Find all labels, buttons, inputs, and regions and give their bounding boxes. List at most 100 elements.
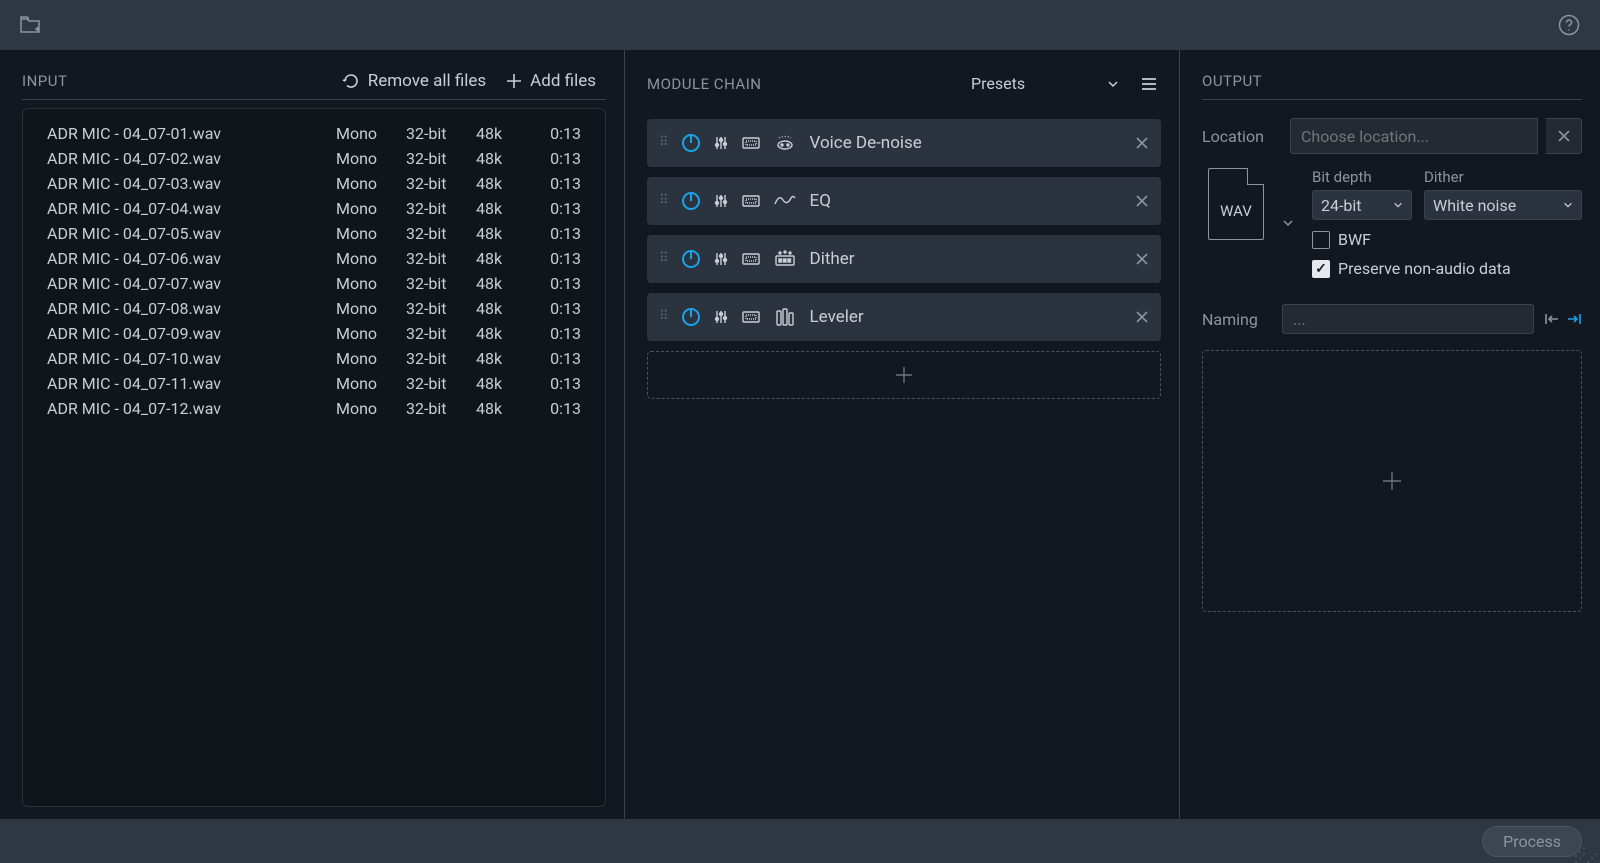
- file-row[interactable]: ADR MIC - 04_07-01.wavMono32-bit48k0:13: [23, 121, 605, 146]
- format-dropdown-button[interactable]: [1278, 213, 1298, 233]
- remove-all-label: Remove all files: [368, 71, 486, 91]
- location-clear-button[interactable]: [1546, 118, 1582, 154]
- file-row[interactable]: ADR MIC - 04_07-09.wavMono32-bit48k0:13: [23, 321, 605, 346]
- location-input[interactable]: [1290, 118, 1538, 154]
- file-duration: 0:13: [531, 299, 581, 318]
- file-duration: 0:13: [531, 199, 581, 218]
- module-settings-button[interactable]: [712, 309, 730, 325]
- module-view-button[interactable]: [742, 136, 760, 150]
- power-toggle[interactable]: [682, 308, 700, 326]
- module-view-button[interactable]: [742, 252, 760, 266]
- module-remove-button[interactable]: [1135, 136, 1149, 150]
- cursor-end-icon: [1566, 312, 1582, 326]
- module-settings-button[interactable]: [712, 251, 730, 267]
- chain-header: MODULE CHAIN Presets: [647, 72, 1161, 95]
- file-name: ADR MIC - 04_07-04.wav: [47, 199, 336, 218]
- help-icon: [1558, 14, 1580, 36]
- file-row[interactable]: ADR MIC - 04_07-04.wavMono32-bit48k0:13: [23, 196, 605, 221]
- remove-all-files-button[interactable]: Remove all files: [332, 67, 496, 95]
- output-title: OUTPUT: [1202, 72, 1582, 90]
- naming-input[interactable]: [1282, 304, 1534, 334]
- module-eq[interactable]: ⠿EQ: [647, 177, 1161, 225]
- add-files-button[interactable]: Add files: [496, 67, 606, 95]
- bwf-label: BWF: [1338, 230, 1371, 249]
- file-samplerate: 48k: [476, 249, 531, 268]
- format-row: WAV Bit depth 24-bit Dither: [1202, 168, 1582, 278]
- power-toggle[interactable]: [682, 134, 700, 152]
- module-remove-button[interactable]: [1135, 310, 1149, 324]
- power-toggle[interactable]: [682, 192, 700, 210]
- chain-menu-button[interactable]: [1137, 73, 1161, 95]
- location-row: Location: [1202, 118, 1582, 154]
- module-chain-panel: MODULE CHAIN Presets ⠿Voice De-noise⠿EQ⠿…: [624, 50, 1180, 819]
- file-name: ADR MIC - 04_07-09.wav: [47, 324, 336, 343]
- drag-handle-icon[interactable]: ⠿: [659, 139, 670, 147]
- module-view-button[interactable]: [742, 194, 760, 208]
- file-list[interactable]: ADR MIC - 04_07-01.wavMono32-bit48k0:13A…: [22, 108, 606, 807]
- add-module-slot[interactable]: [647, 351, 1161, 399]
- drag-handle-icon[interactable]: ⠿: [659, 313, 670, 321]
- format-file-icon: WAV: [1208, 168, 1264, 240]
- file-samplerate: 48k: [476, 174, 531, 193]
- file-channels: Mono: [336, 349, 406, 368]
- module-remove-button[interactable]: [1135, 194, 1149, 208]
- naming-suffix-button[interactable]: [1566, 312, 1582, 326]
- file-row[interactable]: ADR MIC - 04_07-08.wavMono32-bit48k0:13: [23, 296, 605, 321]
- main: INPUT Remove all files Add files ADR MIC…: [0, 50, 1600, 819]
- preserve-checkbox[interactable]: Preserve non-audio data: [1312, 259, 1582, 278]
- bit-depth-select[interactable]: 24-bit: [1312, 190, 1412, 220]
- refresh-icon: [342, 72, 360, 90]
- file-duration: 0:13: [531, 274, 581, 293]
- power-toggle[interactable]: [682, 250, 700, 268]
- file-samplerate: 48k: [476, 324, 531, 343]
- chevron-down-icon: [1282, 217, 1294, 229]
- chain-list: ⠿Voice De-noise⠿EQ⠿Dither⠿Leveler: [647, 119, 1161, 399]
- file-row[interactable]: ADR MIC - 04_07-10.wavMono32-bit48k0:13: [23, 346, 605, 371]
- file-row[interactable]: ADR MIC - 04_07-11.wavMono32-bit48k0:13: [23, 371, 605, 396]
- bit-depth-label: Bit depth: [1312, 168, 1412, 186]
- help-button[interactable]: [1554, 10, 1584, 40]
- module-voice-de-noise[interactable]: ⠿Voice De-noise: [647, 119, 1161, 167]
- file-row[interactable]: ADR MIC - 04_07-06.wavMono32-bit48k0:13: [23, 246, 605, 271]
- drag-handle-icon[interactable]: ⠿: [659, 197, 670, 205]
- file-row[interactable]: ADR MIC - 04_07-12.wavMono32-bit48k0:13: [23, 396, 605, 421]
- app-menu-button[interactable]: [16, 11, 46, 39]
- close-icon: [1557, 129, 1571, 143]
- module-view-button[interactable]: [742, 310, 760, 324]
- plus-icon: [1381, 470, 1403, 492]
- module-dither[interactable]: ⠿ Dither: [647, 235, 1161, 283]
- output-dropzone[interactable]: [1202, 350, 1582, 612]
- file-name: ADR MIC - 04_07-08.wav: [47, 299, 336, 318]
- format-options: Bit depth 24-bit Dither White noise: [1312, 168, 1582, 278]
- process-button[interactable]: Process: [1482, 826, 1582, 857]
- module-name: Dither: [810, 249, 1123, 269]
- output-header: OUTPUT: [1202, 72, 1582, 100]
- file-name: ADR MIC - 04_07-10.wav: [47, 349, 336, 368]
- file-samplerate: 48k: [476, 349, 531, 368]
- file-bitdepth: 32-bit: [406, 324, 476, 343]
- naming-prefix-button[interactable]: [1544, 312, 1560, 326]
- file-samplerate: 48k: [476, 374, 531, 393]
- module-settings-button[interactable]: [712, 193, 730, 209]
- file-bitdepth: 32-bit: [406, 124, 476, 143]
- topbar: [0, 0, 1600, 50]
- file-row[interactable]: ADR MIC - 04_07-02.wavMono32-bit48k0:13: [23, 146, 605, 171]
- file-bitdepth: 32-bit: [406, 374, 476, 393]
- bwf-checkbox[interactable]: BWF: [1312, 230, 1582, 249]
- drag-handle-icon[interactable]: ⠿: [659, 255, 670, 263]
- module-remove-button[interactable]: [1135, 252, 1149, 266]
- module-settings-button[interactable]: [712, 135, 730, 151]
- presets-dropdown[interactable]: Presets: [965, 72, 1125, 95]
- file-name: ADR MIC - 04_07-02.wav: [47, 149, 336, 168]
- plus-icon: [506, 73, 522, 89]
- file-row[interactable]: ADR MIC - 04_07-05.wavMono32-bit48k0:13: [23, 221, 605, 246]
- chevron-down-icon: [1563, 200, 1573, 210]
- file-row[interactable]: ADR MIC - 04_07-03.wavMono32-bit48k0:13: [23, 171, 605, 196]
- dither-select[interactable]: White noise: [1424, 190, 1582, 220]
- checkbox-icon: [1312, 231, 1330, 249]
- module-type-icon: [772, 130, 798, 156]
- preserve-label: Preserve non-audio data: [1338, 259, 1511, 278]
- module-leveler[interactable]: ⠿Leveler: [647, 293, 1161, 341]
- file-row[interactable]: ADR MIC - 04_07-07.wavMono32-bit48k0:13: [23, 271, 605, 296]
- file-duration: 0:13: [531, 399, 581, 418]
